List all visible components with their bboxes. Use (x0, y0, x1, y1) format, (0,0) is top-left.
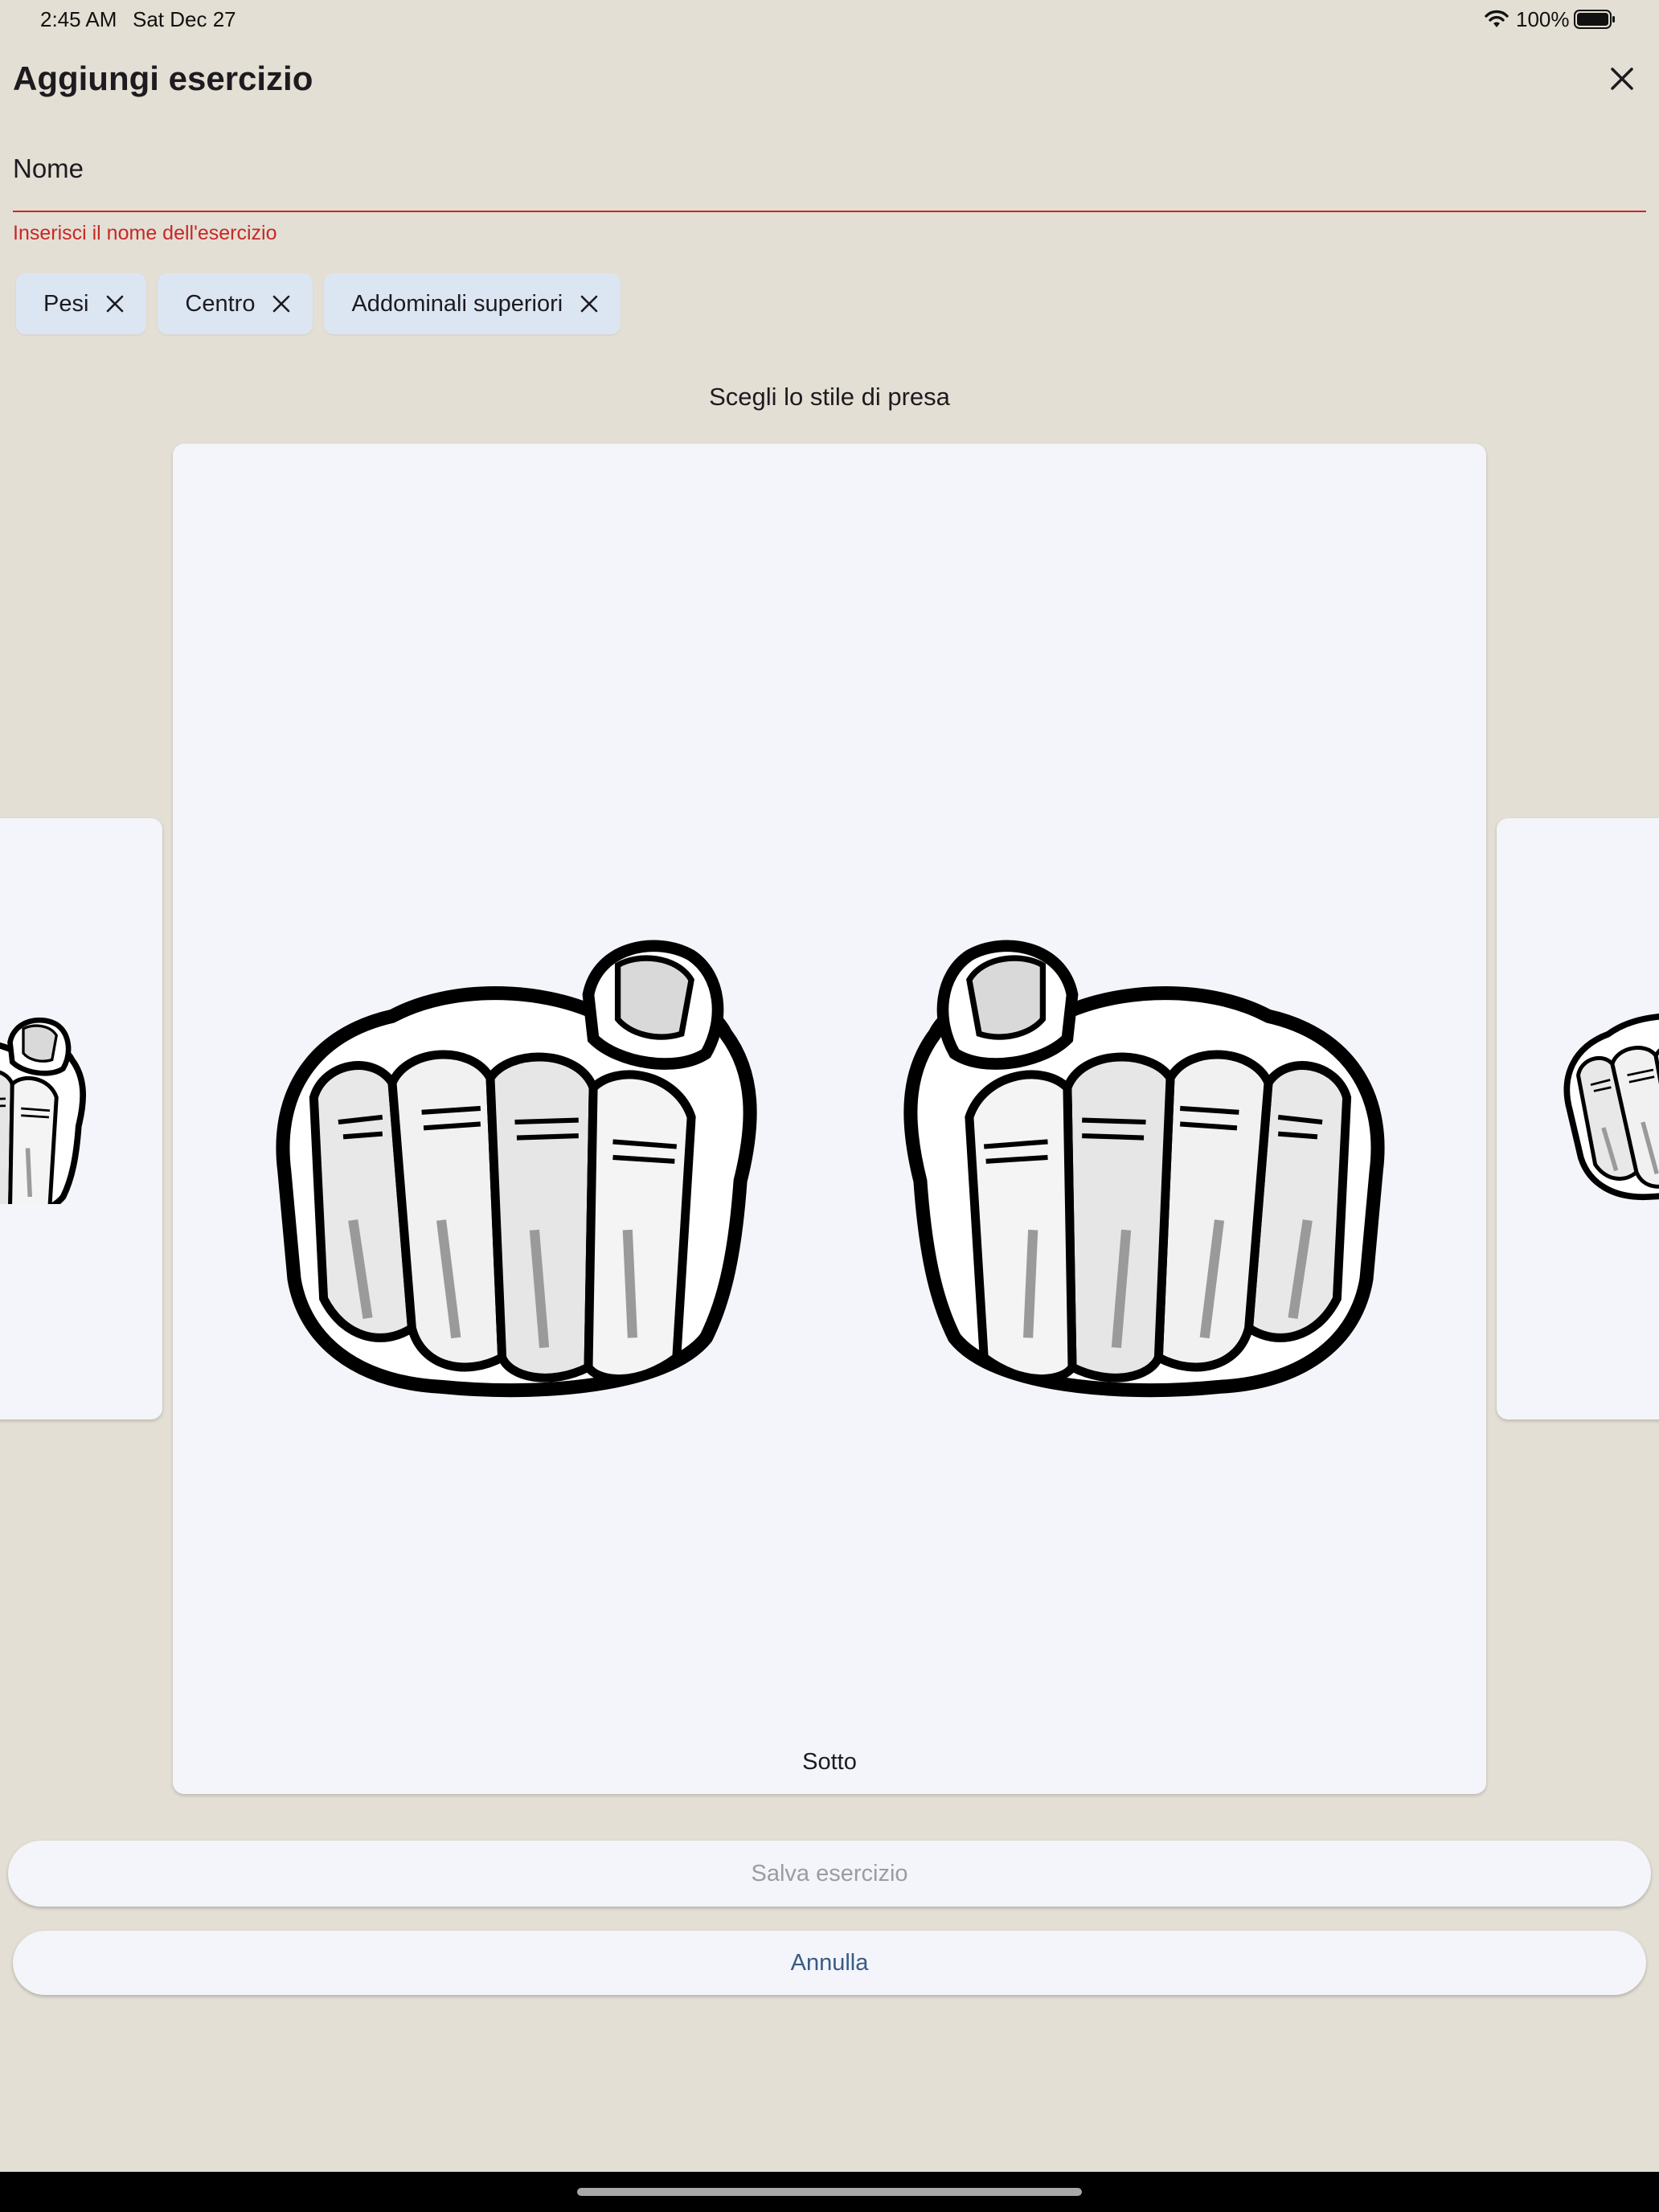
chip-centro[interactable]: Centro (158, 273, 313, 334)
name-input[interactable] (13, 143, 1649, 212)
battery-icon (1574, 10, 1615, 29)
close-button[interactable] (1600, 56, 1645, 101)
close-icon[interactable] (271, 293, 292, 314)
name-error-text: Inserisci il nome dell'esercizio (13, 222, 277, 244)
fist-icon (0, 995, 104, 1204)
chip-addominali-superiori[interactable]: Addominali superiori (324, 273, 621, 334)
status-date: Sat Dec 27 (133, 7, 236, 31)
name-field[interactable]: Nome (13, 143, 1649, 212)
home-indicator[interactable] (577, 2188, 1082, 2196)
grip-option-card-previous[interactable] (0, 818, 162, 1419)
chip-pesi[interactable]: Pesi (16, 273, 147, 334)
grip-option-card-selected[interactable]: Sotto (173, 444, 1486, 1794)
save-exercise-button[interactable]: Salva esercizio (8, 1841, 1651, 1907)
wifi-icon (1485, 10, 1509, 27)
grip-option-card-next[interactable] (1497, 818, 1659, 1419)
grip-style-prompt: Scegli lo stile di presa (709, 383, 950, 411)
chip-label: Addominali superiori (351, 290, 563, 317)
chip-label: Centro (185, 290, 256, 317)
battery-percentage: 100% (1516, 7, 1570, 31)
tag-chips: Pesi Centro Addominali superiori (16, 273, 621, 334)
chip-label: Pesi (43, 290, 89, 317)
name-field-underline (13, 211, 1646, 212)
underhand-grip-fists-icon (221, 870, 1440, 1432)
close-icon[interactable] (104, 293, 125, 314)
close-icon[interactable] (579, 293, 600, 314)
cancel-button[interactable]: Annulla (13, 1931, 1646, 1995)
close-icon (1611, 68, 1633, 90)
status-time: 2:45 AM (40, 7, 117, 31)
dialog-title: Aggiungi esercizio (13, 59, 313, 97)
grip-option-caption: Sotto (802, 1749, 857, 1775)
fist-icon (1529, 995, 1659, 1204)
